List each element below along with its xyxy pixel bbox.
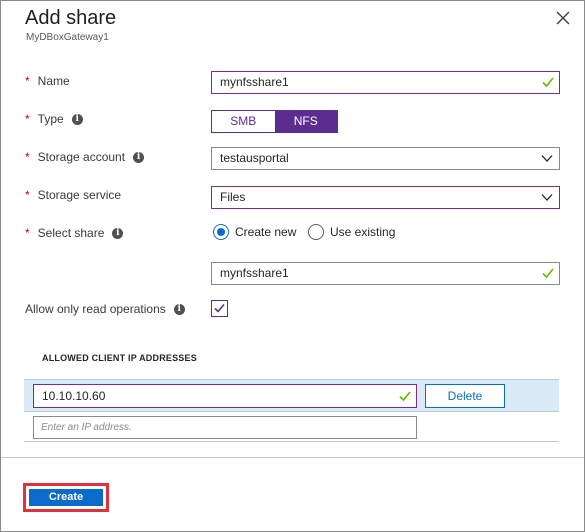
page-subtitle: MyDBoxGateway1 bbox=[26, 32, 109, 43]
name-label: * Name bbox=[25, 74, 70, 88]
share-name-value: mynfsshare1 bbox=[220, 266, 289, 280]
radio-use-existing[interactable]: Use existing bbox=[308, 224, 395, 240]
info-icon[interactable]: i bbox=[173, 303, 185, 315]
type-option-smb[interactable]: SMB bbox=[212, 111, 275, 132]
new-ip-input[interactable]: Enter an IP address. bbox=[33, 416, 417, 439]
read-only-checkbox[interactable] bbox=[211, 300, 228, 317]
storage-service-value: Files bbox=[220, 190, 246, 204]
storage-service-select[interactable]: Files bbox=[211, 186, 560, 209]
info-icon[interactable]: i bbox=[133, 151, 145, 163]
name-input[interactable]: mynfsshare1 bbox=[211, 71, 560, 94]
read-only-label-text: Allow only read operations bbox=[25, 302, 166, 316]
select-share-label-text: Select share bbox=[37, 226, 105, 240]
checkmark-icon bbox=[542, 268, 554, 279]
required-marker: * bbox=[25, 112, 30, 126]
name-input-value: mynfsshare1 bbox=[220, 75, 289, 89]
storage-account-value: testausportal bbox=[220, 151, 289, 165]
ip-address-input[interactable]: 10.10.10.60 bbox=[33, 384, 417, 408]
ip-address-value: 10.10.10.60 bbox=[42, 389, 106, 403]
type-option-nfs[interactable]: NFS bbox=[274, 111, 337, 132]
checkbox-check-icon bbox=[214, 303, 225, 313]
required-marker: * bbox=[25, 188, 30, 202]
checkmark-icon bbox=[399, 391, 411, 402]
info-icon[interactable]: i bbox=[71, 113, 83, 125]
storage-account-label-text: Storage account bbox=[37, 150, 126, 164]
select-share-label: * Select share i bbox=[25, 226, 124, 240]
radio-use-existing-label: Use existing bbox=[330, 225, 396, 239]
radio-unselected-icon bbox=[308, 224, 324, 240]
required-marker: * bbox=[25, 150, 30, 164]
radio-create-new[interactable]: Create new bbox=[213, 224, 296, 240]
radio-create-new-label: Create new bbox=[235, 225, 297, 239]
footer-divider bbox=[1, 457, 584, 458]
storage-service-label-text: Storage service bbox=[37, 188, 122, 202]
info-icon[interactable]: i bbox=[112, 227, 124, 239]
read-only-label: Allow only read operations i bbox=[25, 302, 185, 316]
delete-ip-button[interactable]: Delete bbox=[425, 384, 505, 408]
radio-selected-icon bbox=[213, 224, 229, 240]
close-icon bbox=[556, 11, 570, 25]
panel-header: Add share MyDBoxGateway1 bbox=[1, 1, 584, 45]
storage-account-select[interactable]: testausportal bbox=[211, 147, 560, 170]
storage-service-label: * Storage service bbox=[25, 188, 121, 202]
create-highlight: Create bbox=[23, 483, 109, 512]
checkmark-icon bbox=[542, 77, 554, 88]
type-label: * Type i bbox=[25, 112, 83, 126]
share-name-input[interactable]: mynfsshare1 bbox=[211, 262, 560, 285]
storage-account-label: * Storage account i bbox=[25, 150, 145, 164]
chevron-down-icon bbox=[541, 194, 553, 201]
create-button[interactable]: Create bbox=[29, 489, 103, 506]
page-title: Add share bbox=[25, 7, 117, 29]
type-label-text: Type bbox=[37, 112, 64, 126]
type-toggle: SMB NFS bbox=[211, 110, 338, 133]
add-share-panel: Add share MyDBoxGateway1 * Name mynfssha… bbox=[0, 0, 585, 532]
name-label-text: Name bbox=[37, 74, 70, 88]
required-marker: * bbox=[25, 226, 30, 240]
chevron-down-icon bbox=[541, 155, 553, 162]
required-marker: * bbox=[25, 74, 30, 88]
allowed-ips-heading: ALLOWED CLIENT IP ADDRESSES bbox=[42, 353, 197, 363]
close-button[interactable] bbox=[554, 9, 572, 27]
